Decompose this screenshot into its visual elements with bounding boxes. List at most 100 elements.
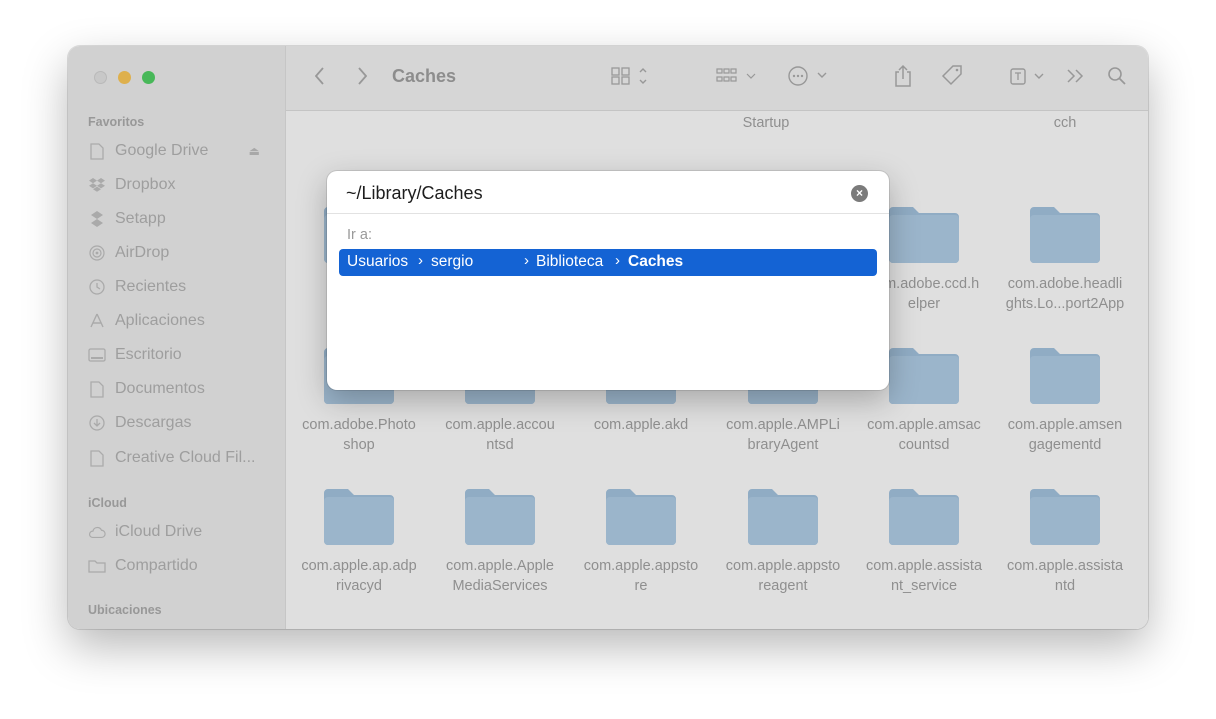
path-field-container: ×	[327, 171, 889, 214]
folder-label: com.apple.AMPLi	[726, 417, 840, 433]
document-icon	[88, 449, 106, 467]
folder-item[interactable]: com.apple.ap.adp rivacyd	[289, 485, 429, 596]
path-input[interactable]	[346, 180, 826, 206]
toolbar: Caches	[286, 46, 1148, 111]
folder-icon	[995, 203, 1135, 270]
window-title: Caches	[392, 66, 457, 86]
shared-folder-icon	[88, 557, 106, 575]
sidebar-item-label: Setapp	[115, 210, 166, 227]
close-window-button[interactable]	[94, 71, 107, 84]
share-icon	[893, 64, 913, 93]
folder-label: reagent	[758, 578, 808, 594]
chevron-left-icon	[314, 66, 325, 90]
chevron-right-icon: ›	[615, 252, 620, 269]
sidebar-item-dropbox[interactable]: Dropbox	[88, 173, 268, 197]
folder-label: com.apple.appsto	[725, 558, 841, 574]
folder-item[interactable]: com.apple.Apple MediaServices	[430, 485, 570, 596]
folder-label: MediaServices	[452, 578, 548, 594]
folder-item[interactable]	[995, 626, 1135, 629]
sidebar-item-airdrop[interactable]: AirDrop	[88, 241, 268, 265]
clear-input-button[interactable]: ×	[851, 185, 868, 202]
folder-label: com.apple.amsen	[1007, 417, 1123, 433]
folder-item[interactable]	[571, 626, 711, 629]
folder-icon	[430, 485, 570, 552]
partial-folder-label: cch	[1053, 115, 1077, 131]
sidebar-item-creative-cloud[interactable]: Creative Cloud Fil...	[88, 446, 268, 470]
folder-label: com.adobe.Photo	[302, 417, 416, 433]
cloud-icon	[88, 523, 106, 541]
setapp-icon	[88, 210, 106, 228]
minimize-window-button[interactable]	[118, 71, 131, 84]
sidebar-item-recientes[interactable]: Recientes	[88, 275, 268, 299]
folder-label: com.apple.Apple	[445, 558, 554, 574]
folder-item[interactable]: com.apple.assista ntd	[995, 485, 1135, 596]
folder-item[interactable]: com.apple.assista nt_service	[854, 485, 994, 596]
sidebar-item-documentos[interactable]: Documentos	[88, 377, 268, 401]
sidebar-item-label: Descargas	[115, 414, 192, 431]
drive-menu-button[interactable]	[1006, 64, 1050, 92]
chevron-right-icon: ›	[524, 252, 529, 269]
sidebar-item-aplicaciones[interactable]: Aplicaciones	[88, 309, 268, 333]
folder-icon	[854, 626, 994, 629]
more-toolbar-button[interactable]	[1062, 64, 1088, 92]
folder-label: nt_service	[890, 578, 958, 594]
share-button[interactable]	[890, 64, 916, 92]
folder-icon	[289, 485, 429, 552]
go-to-folder-dialog: × Ir a: Usuarios › sergio › Biblioteca ›…	[327, 171, 889, 390]
sidebar-item-google-drive[interactable]: Google Drive ⏏	[88, 139, 268, 163]
path-suggestion-row[interactable]: Usuarios › sergio › Biblioteca › Caches	[339, 249, 877, 276]
sidebar-item-label: Creative Cloud Fil...	[115, 449, 256, 466]
back-button[interactable]	[310, 64, 330, 92]
group-icon	[715, 66, 761, 91]
folder-label: com.apple.ap.adp	[301, 558, 417, 574]
folder-label: com.apple.assista	[1006, 558, 1124, 574]
folder-item[interactable]	[430, 626, 570, 629]
crumb-caches: Caches	[628, 253, 684, 270]
sidebar-item-icloud-drive[interactable]: iCloud Drive	[88, 520, 268, 544]
folder-label: com.apple.akd	[593, 417, 689, 433]
folder-item[interactable]: com.apple.amsen gagementd	[995, 344, 1135, 455]
chevron-right-icon	[357, 66, 368, 90]
partial-folder-label: Startup	[742, 115, 790, 131]
group-by-button[interactable]	[714, 64, 762, 92]
folder-label: countsd	[898, 437, 950, 453]
search-button[interactable]	[1104, 64, 1130, 92]
view-mode-button[interactable]	[608, 64, 652, 92]
eject-icon[interactable]: ⏏	[249, 144, 260, 158]
folder-item[interactable]	[854, 626, 994, 629]
folder-item[interactable]: com.adobe.headli ghts.Lo...port2App	[995, 203, 1135, 314]
action-menu-button[interactable]	[786, 64, 832, 92]
folder-label: ghts.Lo...port2App	[1005, 296, 1125, 312]
folder-label: shop	[343, 437, 375, 453]
sidebar-item-label: Aplicaciones	[115, 312, 205, 329]
sidebar-item-label: Documentos	[115, 380, 205, 397]
zoom-window-button[interactable]	[142, 71, 155, 84]
sidebar-item-setapp[interactable]: Setapp	[88, 207, 268, 231]
folder-item[interactable]	[289, 626, 429, 629]
double-chevron-right-icon	[1065, 68, 1085, 89]
forward-button[interactable]	[352, 64, 372, 92]
sidebar-item-compartido[interactable]: Compartido	[88, 554, 268, 578]
folder-icon	[289, 626, 429, 629]
drive-icon	[1007, 65, 1049, 92]
search-icon	[1107, 66, 1127, 91]
folder-icon	[995, 485, 1135, 552]
goto-label: Ir a:	[347, 227, 372, 243]
folder-label: com.apple.appsto	[583, 558, 699, 574]
sidebar-item-label: Google Drive	[115, 142, 209, 159]
document-icon	[88, 380, 106, 398]
folder-label: gagementd	[1028, 437, 1102, 453]
crumb-biblioteca: Biblioteca	[536, 253, 604, 270]
sidebar-item-label: Recientes	[115, 278, 187, 295]
folder-label: ntsd	[486, 437, 514, 453]
folder-item[interactable]: com.apple.appsto reagent	[713, 485, 853, 596]
dropbox-icon	[88, 176, 106, 194]
tags-button[interactable]	[938, 64, 966, 92]
sidebar-item-escritorio[interactable]: Escritorio	[88, 343, 268, 367]
folder-item[interactable]: com.apple.appsto re	[571, 485, 711, 596]
folder-label: re	[634, 578, 648, 594]
folder-icon	[571, 485, 711, 552]
sidebar-item-descargas[interactable]: Descargas	[88, 411, 268, 435]
sidebar-item-label: AirDrop	[115, 244, 170, 261]
folder-item[interactable]	[713, 626, 853, 629]
